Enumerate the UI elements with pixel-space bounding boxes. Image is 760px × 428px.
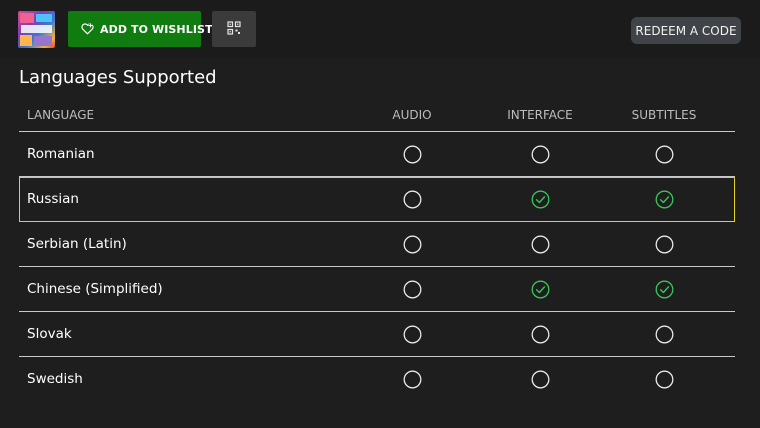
interface-empty-circle-icon <box>531 145 550 164</box>
table-row[interactable]: Swedish <box>19 357 735 402</box>
language-name: Swedish <box>27 371 83 387</box>
qr-code-button[interactable] <box>212 11 256 47</box>
header-subtitles: SUBTITLES <box>631 108 697 122</box>
add-to-wishlist-button[interactable]: ADD TO WISHLIST <box>68 11 213 47</box>
redeem-code-button[interactable]: REDEEM A CODE <box>631 17 741 44</box>
subtitles-empty-circle-icon <box>655 145 674 164</box>
header-interface: INTERFACE <box>507 108 573 122</box>
languages-table: LANGUAGE AUDIO INTERFACE SUBTITLES Roman… <box>19 100 735 402</box>
table-body: Romanian Russian Serbian (Latin) Chinese (S… <box>19 132 735 402</box>
header-audio: AUDIO <box>392 108 432 122</box>
top-bar: ADD TO WISHLIST REDEEM A CODE <box>0 0 760 58</box>
language-name: Chinese (Simplified) <box>27 281 163 297</box>
table-row[interactable]: Slovak <box>19 312 735 357</box>
language-name: Slovak <box>27 326 72 342</box>
table-header: LANGUAGE AUDIO INTERFACE SUBTITLES <box>19 100 735 132</box>
interface-check-circle-icon <box>531 280 550 299</box>
subtitles-empty-circle-icon <box>655 325 674 344</box>
add-to-wishlist-label: ADD TO WISHLIST <box>100 22 213 36</box>
subtitles-check-circle-icon <box>655 280 674 299</box>
interface-empty-circle-icon <box>531 370 550 389</box>
section-title: Languages Supported <box>19 67 217 88</box>
subtitles-empty-circle-icon <box>655 370 674 389</box>
table-row[interactable]: Serbian (Latin) <box>19 222 735 267</box>
audio-empty-circle-icon <box>403 190 422 209</box>
audio-empty-circle-icon <box>403 145 422 164</box>
table-row[interactable]: Russian <box>19 177 735 222</box>
subtitles-empty-circle-icon <box>655 235 674 254</box>
language-name: Romanian <box>27 146 95 162</box>
audio-empty-circle-icon <box>403 280 422 299</box>
interface-empty-circle-icon <box>531 325 550 344</box>
language-name: Serbian (Latin) <box>27 236 127 252</box>
heart-plus-icon <box>81 20 94 39</box>
audio-empty-circle-icon <box>403 325 422 344</box>
language-name: Russian <box>27 191 79 207</box>
table-row[interactable]: Romanian <box>19 132 735 177</box>
header-language: LANGUAGE <box>27 108 95 122</box>
interface-empty-circle-icon <box>531 235 550 254</box>
subtitles-check-circle-icon <box>655 190 674 209</box>
game-thumbnail[interactable] <box>18 11 55 48</box>
audio-empty-circle-icon <box>403 235 422 254</box>
interface-check-circle-icon <box>531 190 550 209</box>
audio-empty-circle-icon <box>403 370 422 389</box>
qr-code-icon <box>227 20 241 39</box>
table-row[interactable]: Chinese (Simplified) <box>19 267 735 312</box>
